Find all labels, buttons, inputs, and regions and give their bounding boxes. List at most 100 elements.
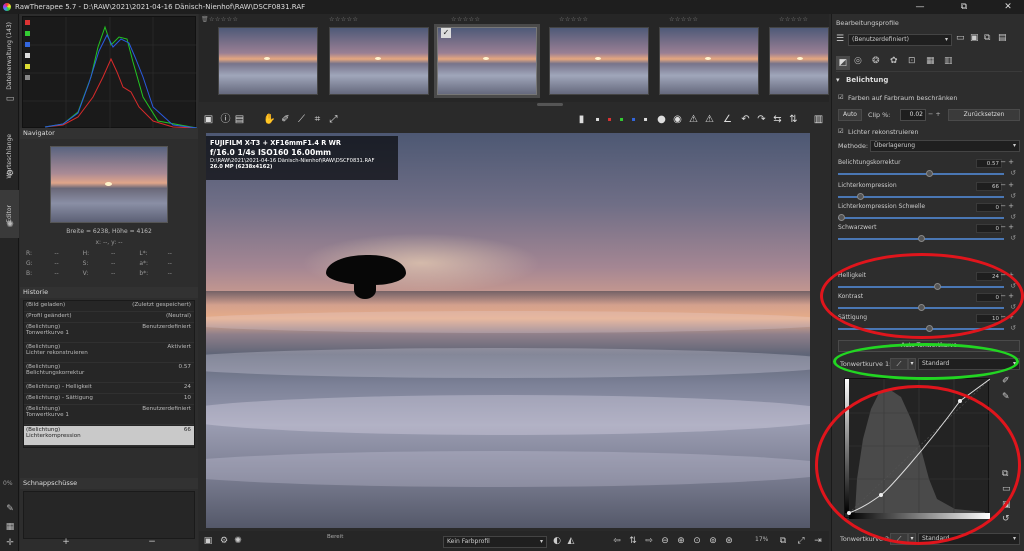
previous-image-icon[interactable]: ⇦ <box>611 535 623 547</box>
slider-knob[interactable] <box>857 193 865 200</box>
flip-vertical-icon[interactable]: ⇅ <box>787 113 800 126</box>
metadata-tab-icon[interactable]: ▥ <box>944 56 953 66</box>
profile-select[interactable]: (Benutzerdefiniert) ▾ <box>848 34 952 46</box>
straighten-icon[interactable]: ⟋ <box>295 113 308 126</box>
open-profile-icon[interactable]: ▭ <box>956 33 965 43</box>
reset-icon[interactable]: ↺ <box>1010 213 1016 221</box>
channel-lum-icon[interactable]: ▪ <box>639 113 652 126</box>
slider-knob[interactable] <box>934 283 941 290</box>
reset-button[interactable]: Zurücksetzen <box>948 109 1020 121</box>
sync-icon[interactable]: ⇅ <box>627 535 639 547</box>
rating-stars[interactable]: ☆☆☆☆☆ <box>209 16 238 23</box>
gamut-icon[interactable]: ◭ <box>565 535 577 547</box>
clip-stepper[interactable]: − + <box>928 110 941 118</box>
curve-open-icon[interactable]: ▭ <box>1002 484 1011 494</box>
new-detail-window-icon[interactable]: ⧉ <box>777 535 789 547</box>
stepper[interactable]: −+ <box>1000 181 1016 189</box>
slider-knob[interactable] <box>918 304 925 311</box>
crosshair-icon[interactable]: ✛ <box>5 538 15 548</box>
clip-percent-input[interactable]: 0.02 <box>900 109 926 121</box>
navigator-thumbnail[interactable] <box>50 146 168 223</box>
rating-stars[interactable]: ☆☆☆☆☆ <box>329 16 358 23</box>
zoom-fit-icon[interactable]: ⊚ <box>707 535 719 547</box>
curve-reset-icon[interactable]: ↺ <box>1002 514 1010 524</box>
paste-profile-icon[interactable]: ▤ <box>998 33 1007 43</box>
history-item[interactable]: (Belichtung) Tonwertkurve 1 Benutzerdefini… <box>24 405 194 425</box>
history-item[interactable]: (Belichtung) Lichter rekonstruieren Aktivi… <box>24 343 194 363</box>
rotate-left-icon[interactable]: ↶ <box>739 113 752 126</box>
exposure-tab-icon[interactable]: ◩ <box>836 56 850 70</box>
history-item[interactable]: (Belichtung) Tonwertkurve 1 Benutzerdefini… <box>24 323 194 343</box>
save-profile-icon[interactable]: ▣ <box>970 33 979 43</box>
info-icon[interactable]: ⓘ <box>219 113 232 126</box>
curve-picker-icon[interactable]: ✐ <box>1002 376 1010 386</box>
zoom-in-icon[interactable]: ⊕ <box>675 535 687 547</box>
crop-icon[interactable]: ⌗ <box>311 113 324 126</box>
filmstrip-thumb[interactable] <box>218 27 318 95</box>
slider-knob[interactable] <box>926 170 933 177</box>
hand-tool-icon[interactable]: ✋ <box>263 113 276 126</box>
curve-2-mode-dropdown[interactable]: ▾ <box>908 533 916 545</box>
selected-check-icon[interactable]: ✓ <box>441 28 451 38</box>
method-select[interactable]: Überlagerung ▾ <box>870 140 1020 152</box>
tone-curve-2-type-select[interactable]: Standard ▾ <box>918 533 1020 545</box>
copy-profile-icon[interactable]: ⧉ <box>984 33 990 43</box>
profile-list-icon[interactable]: ☰ <box>836 34 844 44</box>
before-after-icon[interactable]: ▣ <box>202 113 215 126</box>
filmstrip-thumb[interactable] <box>329 27 429 95</box>
tone-curve-editor[interactable] <box>844 378 991 519</box>
eyedropper-icon[interactable]: ✐ <box>279 113 292 126</box>
tone-curve-1-type-select[interactable]: Standard ▾ <box>918 358 1020 370</box>
value-input[interactable]: 0 <box>976 224 1002 233</box>
value-input[interactable]: 24 <box>976 272 1002 281</box>
history-item[interactable]: (Profil geändert) (Neutral) <box>24 312 194 323</box>
remove-snapshot-button[interactable]: − <box>148 538 156 548</box>
reset-icon[interactable]: ↺ <box>1010 169 1016 177</box>
filmstrip-thumb[interactable] <box>769 27 829 95</box>
external-editor-icon[interactable]: ✺ <box>232 535 244 547</box>
queue-add-icon[interactable]: ⚙ <box>218 535 230 547</box>
slider-knob[interactable] <box>918 235 925 242</box>
raw-tab-icon[interactable]: ▦ <box>926 56 935 66</box>
stepper[interactable]: −+ <box>1000 271 1016 279</box>
zoom-100-icon[interactable]: ⊙ <box>691 535 703 547</box>
filmstrip-thumb[interactable] <box>659 27 759 95</box>
rating-stars[interactable]: ☆☆☆☆☆ <box>779 16 808 23</box>
transform-icon[interactable]: ⤢ <box>327 113 340 126</box>
reset-icon[interactable]: ↺ <box>1010 234 1016 242</box>
value-input[interactable]: 66 <box>976 182 1002 191</box>
history-item[interactable]: (Belichtung) - Sättigung 10 <box>24 394 194 405</box>
curve-copy-icon[interactable]: ⧉ <box>1002 469 1008 479</box>
hide-panels-icon[interactable]: ⇥ <box>812 535 824 547</box>
softproof-icon[interactable]: ◐ <box>551 535 563 547</box>
channel-rgb-icon[interactable]: ▮ <box>575 113 588 126</box>
highlight-recon-checkbox[interactable]: ☑ <box>838 127 844 135</box>
reset-icon[interactable]: ↺ <box>1010 192 1016 200</box>
slider-knob[interactable] <box>838 214 845 221</box>
image-preview[interactable] <box>206 133 810 528</box>
trash-icon[interactable]: 🗑 <box>201 16 209 23</box>
history-item[interactable]: (Belichtung) Belichtungskorrektur 0.57 <box>24 363 194 383</box>
reset-icon[interactable]: ↺ <box>1010 324 1016 332</box>
curve-edit-pen-icon[interactable]: ✎ <box>1002 392 1010 402</box>
stepper[interactable]: −+ <box>1000 158 1016 166</box>
filmstrip-thumb[interactable] <box>549 27 649 95</box>
filmstrip-thumb-selected[interactable] <box>437 27 537 95</box>
fullscreen-icon[interactable]: ⤢ <box>795 535 807 547</box>
value-input[interactable]: 0 <box>976 203 1002 212</box>
stepper[interactable]: −+ <box>1000 223 1016 231</box>
auto-tone-curve-button[interactable]: Auto-Tonwertkurve <box>838 340 1020 352</box>
stepper[interactable]: −+ <box>1000 313 1016 321</box>
pen-icon[interactable]: ✎ <box>5 504 15 514</box>
curve-mode-dropdown[interactable]: ▾ <box>908 358 916 370</box>
grid-icon[interactable]: ▦ <box>5 522 15 532</box>
warning-highlight-icon[interactable]: ⚠ <box>703 113 716 126</box>
slider-knob[interactable] <box>926 325 933 332</box>
clip-colors-checkbox[interactable]: ☑ <box>838 93 844 101</box>
flip-horizontal-icon[interactable]: ⇆ <box>771 113 784 126</box>
filmstrip-resize-handle[interactable] <box>537 103 563 106</box>
next-image-icon[interactable]: ⇨ <box>643 535 655 547</box>
zoom-out-icon[interactable]: ⊖ <box>659 535 671 547</box>
curve-2-edit-icon[interactable]: ⟋ <box>890 533 908 545</box>
warning-icon[interactable]: ⚠ <box>687 113 700 126</box>
